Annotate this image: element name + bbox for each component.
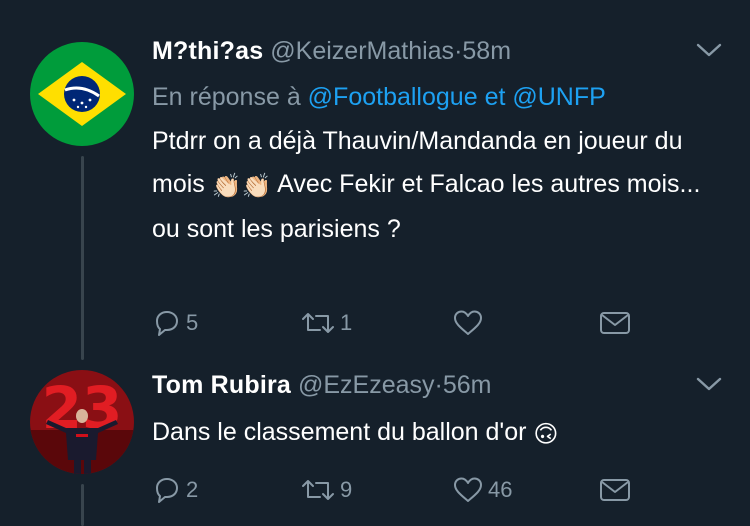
envelope-icon xyxy=(600,312,630,334)
direct-message-button[interactable] xyxy=(598,305,632,341)
retweet-count: 9 xyxy=(340,477,353,502)
tweet-text: Dans le classement du ballon d'or 🙃 xyxy=(152,412,712,455)
tweet-header: M?thi?as @KeizerMathias·58m xyxy=(152,34,511,68)
retweet-button[interactable]: 9 xyxy=(300,472,352,508)
reply-context: En réponse à @Footballogue et @UNFP xyxy=(152,80,606,114)
retweet-icon xyxy=(302,480,334,500)
retweet-icon xyxy=(302,313,334,333)
clapping-hands-emoji: 👏🏻👏🏻 xyxy=(211,173,272,200)
brazil-flag-icon xyxy=(30,42,134,146)
user-handle[interactable]: @EzEzeasy xyxy=(298,371,435,399)
retweet-count: 1 xyxy=(340,310,353,335)
football-player-23-icon: 23 xyxy=(30,370,134,474)
avatar[interactable] xyxy=(30,42,134,146)
timestamp[interactable]: 58m xyxy=(462,37,511,65)
tweet-text-part: Dans le classement du ballon d'or xyxy=(152,418,527,446)
heart-icon xyxy=(454,477,482,502)
display-name[interactable]: Tom Rubira xyxy=(152,371,291,399)
retweet-button[interactable]: 1 xyxy=(300,305,352,341)
direct-message-button[interactable] xyxy=(598,472,632,508)
reply-prefix: En réponse à xyxy=(152,83,301,111)
avatar[interactable]: 23 xyxy=(30,370,134,474)
mention-link[interactable]: @Footballogue xyxy=(308,83,478,111)
reply-joiner: et xyxy=(484,83,506,111)
tweet-header: Tom Rubira @EzEzeasy·56m xyxy=(152,368,492,402)
action-bar: 2 9 46 xyxy=(152,472,652,508)
chevron-down-icon[interactable] xyxy=(695,374,723,394)
tweet[interactable]: M?thi?as @KeizerMathias·58m En réponse à… xyxy=(0,0,750,360)
tweet-text: Ptdrr on a déjà Thauvin/Mandanda en joue… xyxy=(152,120,712,251)
heart-icon xyxy=(454,310,482,335)
reply-count: 5 xyxy=(186,310,199,335)
display-name[interactable]: M?thi?as xyxy=(152,37,263,65)
timestamp[interactable]: 56m xyxy=(443,371,492,399)
separator: · xyxy=(434,371,443,399)
chevron-down-icon[interactable] xyxy=(695,40,723,60)
like-button[interactable] xyxy=(452,305,488,341)
reply-icon xyxy=(156,478,178,503)
action-bar: 5 1 xyxy=(152,305,652,341)
mention-link[interactable]: @UNFP xyxy=(512,83,605,111)
reply-icon xyxy=(156,311,178,336)
tweet[interactable]: 23 Tom Rubira @EzEzeasy·56m Dans le clas… xyxy=(0,360,750,526)
thread-line xyxy=(81,156,84,360)
thread-line xyxy=(81,484,84,526)
envelope-icon xyxy=(600,479,630,501)
reply-count: 2 xyxy=(186,477,199,502)
like-button[interactable]: 46 xyxy=(452,472,512,508)
reply-button[interactable]: 2 xyxy=(152,472,198,508)
upside-down-face-emoji: 🙃 xyxy=(533,421,559,448)
reply-button[interactable]: 5 xyxy=(152,305,198,341)
like-count: 46 xyxy=(488,477,513,502)
user-handle[interactable]: @KeizerMathias xyxy=(270,37,454,65)
